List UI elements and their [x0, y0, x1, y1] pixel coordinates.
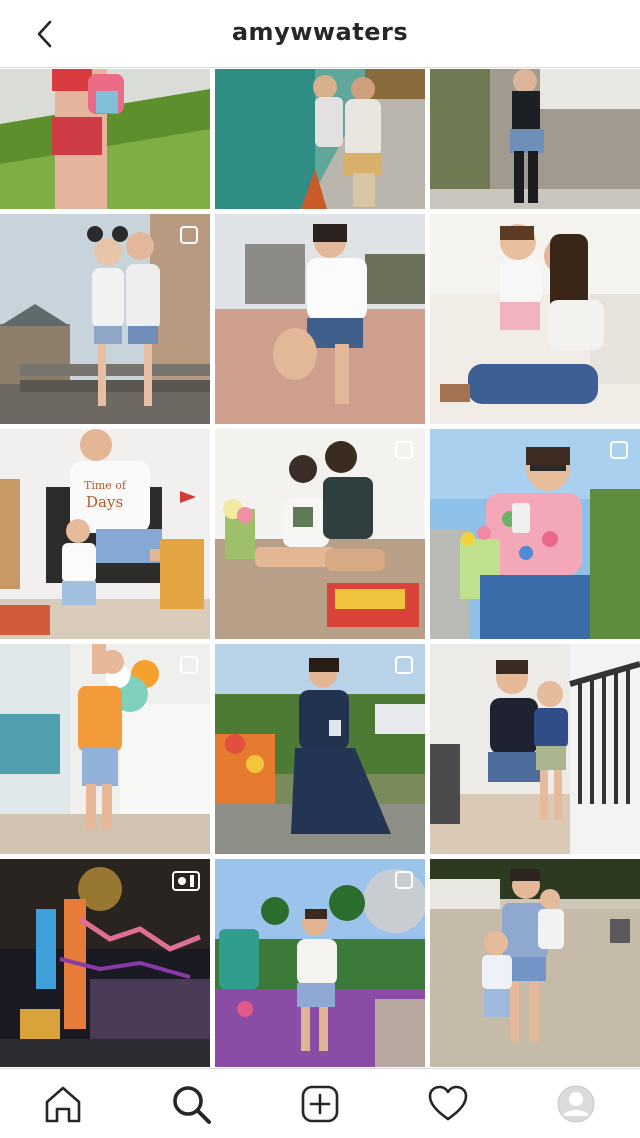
post-tile[interactable] — [430, 644, 640, 854]
top-bar: amywwaters — [0, 0, 640, 68]
post-image: Time of Days — [0, 429, 210, 639]
bottom-navigation — [0, 1068, 640, 1138]
post-tile[interactable] — [430, 69, 640, 209]
post-image — [215, 214, 425, 424]
carousel-badge — [393, 439, 415, 461]
carousel-icon — [395, 441, 413, 459]
post-image — [430, 644, 640, 854]
post-tile[interactable] — [0, 644, 210, 854]
carousel-icon — [610, 441, 628, 459]
post-tile[interactable] — [215, 429, 425, 639]
home-icon — [45, 1086, 81, 1123]
post-tile[interactable] — [0, 214, 210, 424]
post-tile[interactable] — [430, 214, 640, 424]
carousel-icon — [395, 656, 413, 674]
post-tile[interactable] — [215, 214, 425, 424]
carousel-icon — [180, 226, 198, 244]
reels-badge — [172, 869, 200, 893]
nav-new-post-button[interactable] — [297, 1081, 343, 1127]
post-tile[interactable] — [430, 859, 640, 1067]
search-icon — [173, 1086, 211, 1124]
post-tile[interactable] — [215, 859, 425, 1067]
carousel-icon — [395, 871, 413, 889]
post-tile[interactable] — [215, 644, 425, 854]
profile-avatar-icon — [557, 1085, 595, 1123]
post-image — [0, 69, 210, 209]
post-tile[interactable] — [430, 429, 640, 639]
nav-search-button[interactable] — [168, 1081, 214, 1127]
post-image — [430, 69, 640, 209]
carousel-badge — [393, 869, 415, 891]
carousel-badge — [393, 654, 415, 676]
nav-activity-button[interactable] — [425, 1081, 471, 1127]
post-tile[interactable] — [0, 859, 210, 1067]
post-image — [215, 69, 425, 209]
svg-text:Days: Days — [86, 493, 123, 511]
posts-grid: Time of Days — [0, 69, 640, 1067]
carousel-badge — [178, 224, 200, 246]
carousel-badge — [178, 654, 200, 676]
post-tile[interactable] — [215, 69, 425, 209]
post-tile[interactable] — [0, 69, 210, 209]
activity-heart-icon — [428, 1085, 468, 1121]
profile-username-title: amywwaters — [231, 18, 409, 46]
new-post-icon — [301, 1085, 339, 1123]
post-image — [430, 214, 640, 424]
reels-icon — [172, 871, 200, 891]
nav-home-button[interactable] — [40, 1081, 86, 1127]
post-tile[interactable]: Time of Days — [0, 429, 210, 639]
svg-text:Time of: Time of — [84, 479, 127, 492]
nav-profile-button[interactable] — [553, 1081, 599, 1127]
carousel-badge — [608, 439, 630, 461]
post-image — [430, 859, 640, 1067]
carousel-icon — [180, 656, 198, 674]
